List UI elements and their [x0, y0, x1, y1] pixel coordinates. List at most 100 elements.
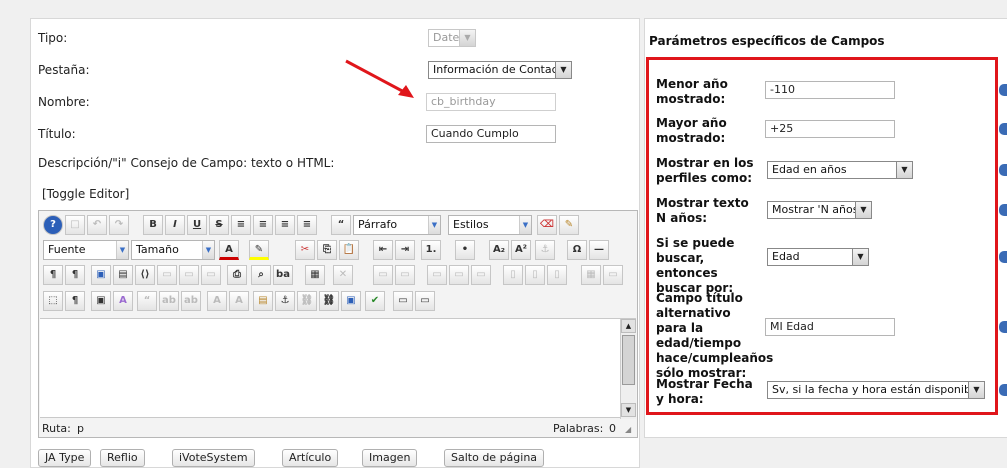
- cleanup-brush-icon[interactable]: ✎: [559, 215, 579, 235]
- ivotesystem-button[interactable]: iVoteSystem: [172, 449, 255, 467]
- insert-layer-icon[interactable]: ▣: [91, 291, 111, 311]
- new-doc-icon[interactable]: □: [65, 215, 85, 235]
- copy-icon[interactable]: ⎘: [317, 240, 337, 260]
- info-icon[interactable]: [999, 164, 1007, 176]
- info-icon[interactable]: [999, 123, 1007, 135]
- nombre-input[interactable]: cb_birthday: [426, 93, 556, 111]
- doc-icon[interactable]: ▭: [201, 265, 221, 285]
- insert-row-after-icon[interactable]: ▭: [449, 265, 469, 285]
- insert-page-icon[interactable]: ▭: [179, 265, 199, 285]
- delete-row-icon[interactable]: ▭: [471, 265, 491, 285]
- justify-icon[interactable]: ≡: [231, 215, 251, 235]
- row-props-icon[interactable]: ▭: [373, 265, 393, 285]
- replace-icon[interactable]: ba: [273, 265, 293, 285]
- toggle-editor-link[interactable]: [Toggle Editor]: [42, 187, 129, 201]
- subscript-icon[interactable]: A₂: [489, 240, 509, 260]
- anchor-icon[interactable]: ⚓: [535, 240, 555, 260]
- cell-props-icon[interactable]: ▭: [395, 265, 415, 285]
- highlight-color-icon[interactable]: ✎: [249, 240, 269, 260]
- unlink-icon[interactable]: ⛓: [297, 291, 317, 311]
- fullscreen-icon[interactable]: ▣: [91, 265, 111, 285]
- bold-button[interactable]: B: [143, 215, 163, 235]
- format-combo[interactable]: Párrafo ▼: [353, 215, 441, 235]
- find-icon[interactable]: ⌕: [251, 265, 271, 285]
- editor-content-area[interactable]: ▲ ▼: [40, 318, 636, 419]
- info-icon[interactable]: [999, 84, 1007, 96]
- search-by-select[interactable]: Edad ▼: [767, 248, 869, 266]
- print-icon[interactable]: ⎙: [227, 265, 247, 285]
- numbered-list-icon[interactable]: 1.: [421, 240, 441, 260]
- display-as-select[interactable]: Edad en años ▼: [767, 161, 913, 179]
- template-icon[interactable]: ▭: [157, 265, 177, 285]
- acronym-icon[interactable]: ab: [181, 291, 201, 311]
- info-icon[interactable]: [999, 204, 1007, 216]
- superscript-icon[interactable]: A²: [511, 240, 531, 260]
- font-combo[interactable]: Fuente ▼: [43, 240, 129, 260]
- image-icon[interactable]: ▣: [341, 291, 361, 311]
- info-icon[interactable]: [999, 251, 1007, 263]
- font-color-icon[interactable]: A: [219, 240, 239, 260]
- resize-handle-icon[interactable]: ◢: [625, 425, 631, 434]
- html-source-icon[interactable]: ⟨⟩: [135, 265, 155, 285]
- info-icon[interactable]: [999, 321, 1007, 333]
- bullet-list-icon[interactable]: •: [455, 240, 475, 260]
- anchor-insert-icon[interactable]: ⚓: [275, 291, 295, 311]
- split-cells-icon[interactable]: ▦: [581, 265, 601, 285]
- align-center-icon[interactable]: ≡: [253, 215, 273, 235]
- cut-icon[interactable]: ✂: [295, 240, 315, 260]
- eraser-icon[interactable]: ⌫: [537, 215, 557, 235]
- align-right-icon[interactable]: ≡: [297, 215, 317, 235]
- italic-button[interactable]: I: [165, 215, 185, 235]
- insert-col-before-icon[interactable]: ▯: [503, 265, 523, 285]
- blockquote-icon[interactable]: “: [331, 215, 351, 235]
- underline-button[interactable]: U: [187, 215, 207, 235]
- undo-icon[interactable]: ↶: [87, 215, 107, 235]
- pestana-select[interactable]: Información de Contacto ▼: [428, 61, 572, 79]
- paste-icon[interactable]: 📋: [339, 240, 359, 260]
- scroll-thumb[interactable]: [622, 335, 635, 385]
- insert-row-before-icon[interactable]: ▭: [427, 265, 447, 285]
- reflio-button[interactable]: Reflio: [100, 449, 145, 467]
- show-n-years-select[interactable]: Mostrar 'N años' ▼: [767, 201, 872, 219]
- horizontal-rule-icon[interactable]: —: [589, 240, 609, 260]
- merge-cells-icon[interactable]: ▭: [603, 265, 623, 285]
- scroll-up-icon[interactable]: ▲: [621, 319, 636, 333]
- media-icon[interactable]: ▭: [415, 291, 435, 311]
- rtl-icon[interactable]: ¶: [65, 265, 85, 285]
- table-props-icon[interactable]: ▦: [305, 265, 325, 285]
- help-icon[interactable]: ?: [43, 215, 63, 235]
- ja-type-button[interactable]: JA Type: [38, 449, 92, 467]
- min-year-input[interactable]: -110: [765, 81, 895, 99]
- align-left-icon[interactable]: ≡: [275, 215, 295, 235]
- abbr-icon[interactable]: ab: [159, 291, 179, 311]
- alt-title-input[interactable]: MI Edad: [765, 318, 895, 336]
- strikethrough-button[interactable]: S: [209, 215, 229, 235]
- show-blocks-icon[interactable]: ¶: [65, 291, 85, 311]
- special-char-icon[interactable]: Ω: [567, 240, 587, 260]
- delete-table-icon[interactable]: ✕: [333, 265, 353, 285]
- hr-icon[interactable]: ▭: [393, 291, 413, 311]
- preview-icon[interactable]: ▤: [113, 265, 133, 285]
- max-year-input[interactable]: +25: [765, 120, 895, 138]
- insert-col-after-icon[interactable]: ▯: [525, 265, 545, 285]
- editor-scrollbar[interactable]: ▲ ▼: [620, 319, 636, 419]
- articulo-button[interactable]: Artículo: [282, 449, 339, 467]
- info-icon[interactable]: [999, 384, 1007, 396]
- spellcheck-icon[interactable]: ✔: [365, 291, 385, 311]
- size-combo[interactable]: Tamaño ▼: [131, 240, 215, 260]
- del-icon[interactable]: A: [207, 291, 227, 311]
- visual-aid-icon[interactable]: ⬚: [43, 291, 63, 311]
- delete-col-icon[interactable]: ▯: [547, 265, 567, 285]
- tipo-select[interactable]: Date ▼: [428, 29, 476, 47]
- indent-icon[interactable]: ⇥: [395, 240, 415, 260]
- link-icon[interactable]: ⛓: [319, 291, 339, 311]
- scroll-down-icon[interactable]: ▼: [621, 403, 636, 417]
- redo-icon[interactable]: ↷: [109, 215, 129, 235]
- path-value[interactable]: p: [77, 422, 84, 435]
- cite-icon[interactable]: “: [137, 291, 157, 311]
- style-icon[interactable]: A: [113, 291, 133, 311]
- show-datetime-select[interactable]: Sv, si la fecha y hora están disponibles…: [767, 381, 985, 399]
- attributes-icon[interactable]: ▤: [253, 291, 273, 311]
- salto-pagina-button[interactable]: Salto de página: [444, 449, 545, 467]
- ins-icon[interactable]: A: [229, 291, 249, 311]
